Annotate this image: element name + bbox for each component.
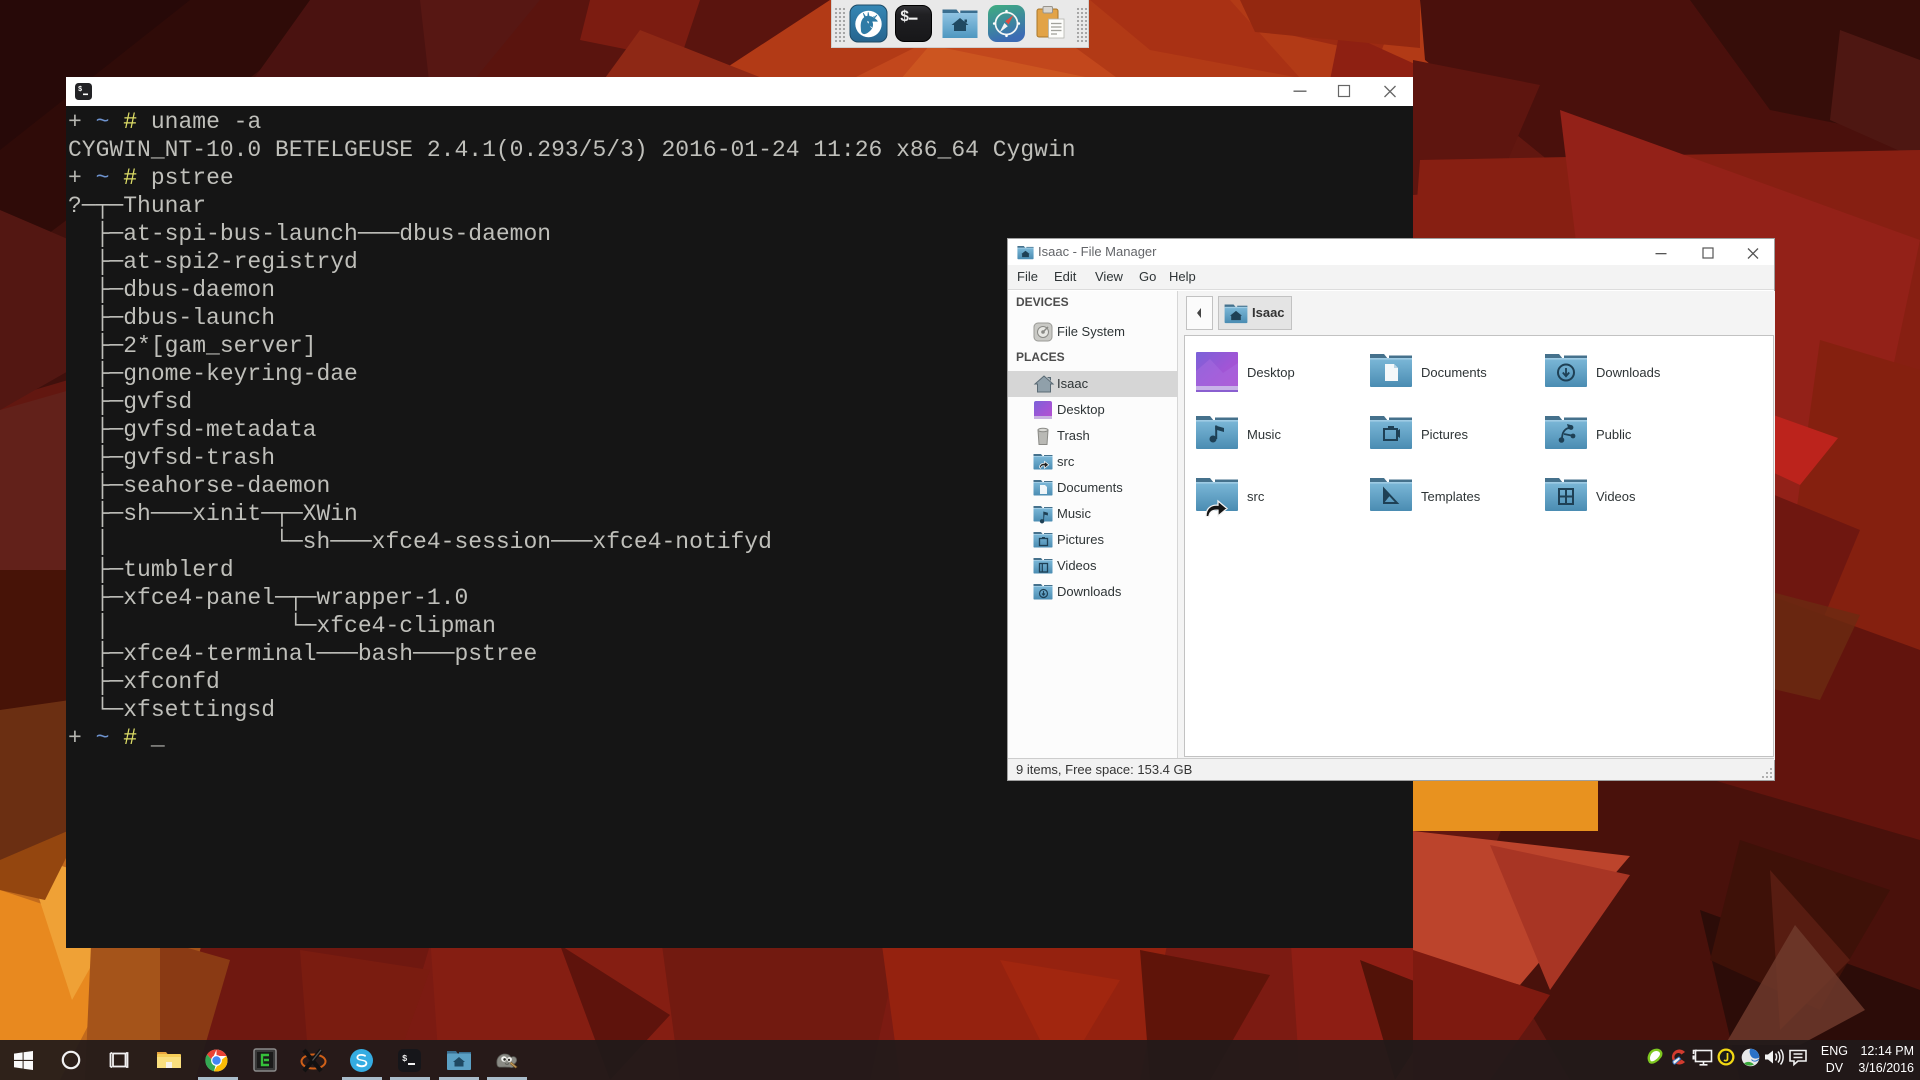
- svg-text:$: $: [78, 86, 82, 94]
- svg-text:$: $: [402, 1054, 408, 1064]
- svg-text:$: $: [900, 8, 909, 26]
